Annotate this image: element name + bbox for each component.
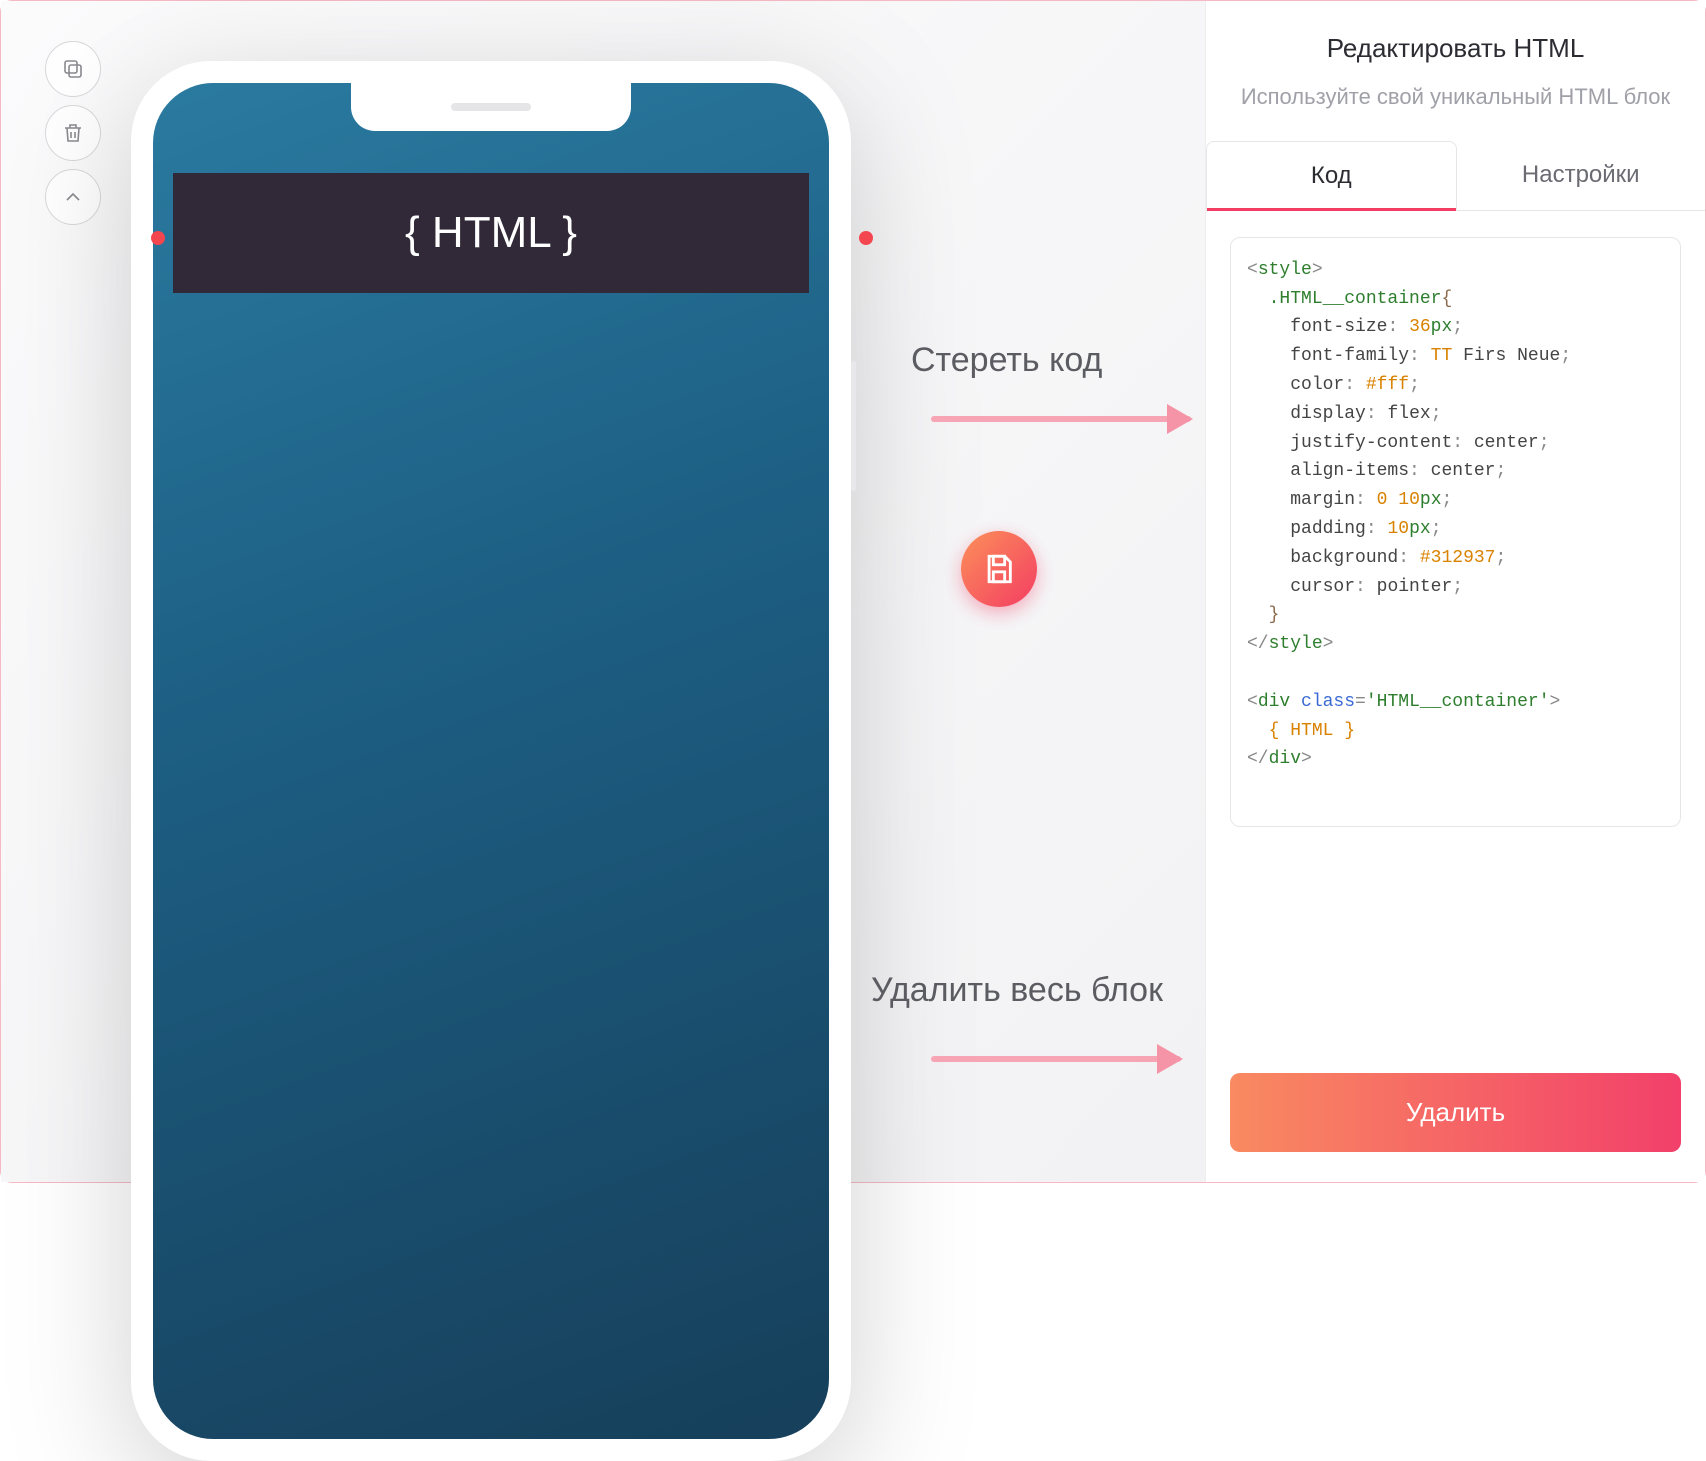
tab-settings[interactable]: Настройки: [1457, 141, 1706, 210]
edit-panel: Редактировать HTML Используйте свой уник…: [1205, 1, 1705, 1182]
selection-handle-right[interactable]: [859, 231, 873, 245]
save-button[interactable]: [961, 531, 1037, 607]
collapse-button[interactable]: [45, 169, 101, 225]
tab-code[interactable]: Код: [1206, 141, 1457, 211]
phone-notch: [351, 83, 631, 131]
copy-button[interactable]: [45, 41, 101, 97]
panel-subtitle: Используйте свой уникальный HTML блок: [1206, 82, 1705, 113]
code-editor[interactable]: <style> .HTML__container{ font-size: 36p…: [1230, 237, 1681, 827]
arrow-delete-block: [931, 1056, 1181, 1062]
phone-preview: { HTML }: [131, 61, 851, 1161]
tabs: Код Настройки: [1206, 141, 1705, 211]
arrow-erase-code: [931, 416, 1191, 422]
save-icon: [982, 552, 1016, 586]
trash-icon: [61, 121, 85, 145]
annotation-delete-block: Удалить весь блок: [871, 971, 1163, 1010]
phone-frame: { HTML }: [131, 61, 851, 1461]
copy-icon: [61, 57, 85, 81]
annotation-erase-code: Стереть код: [911, 341, 1102, 380]
delete-block-button[interactable]: Удалить: [1230, 1073, 1681, 1152]
html-block[interactable]: { HTML }: [173, 173, 809, 293]
left-toolbar: [45, 41, 101, 225]
phone-side-button: [851, 361, 856, 491]
chevron-up-icon: [61, 185, 85, 209]
phone-screen: { HTML }: [153, 83, 829, 1439]
selection-handle-left[interactable]: [151, 231, 165, 245]
panel-title: Редактировать HTML: [1206, 33, 1705, 64]
delete-button[interactable]: [45, 105, 101, 161]
